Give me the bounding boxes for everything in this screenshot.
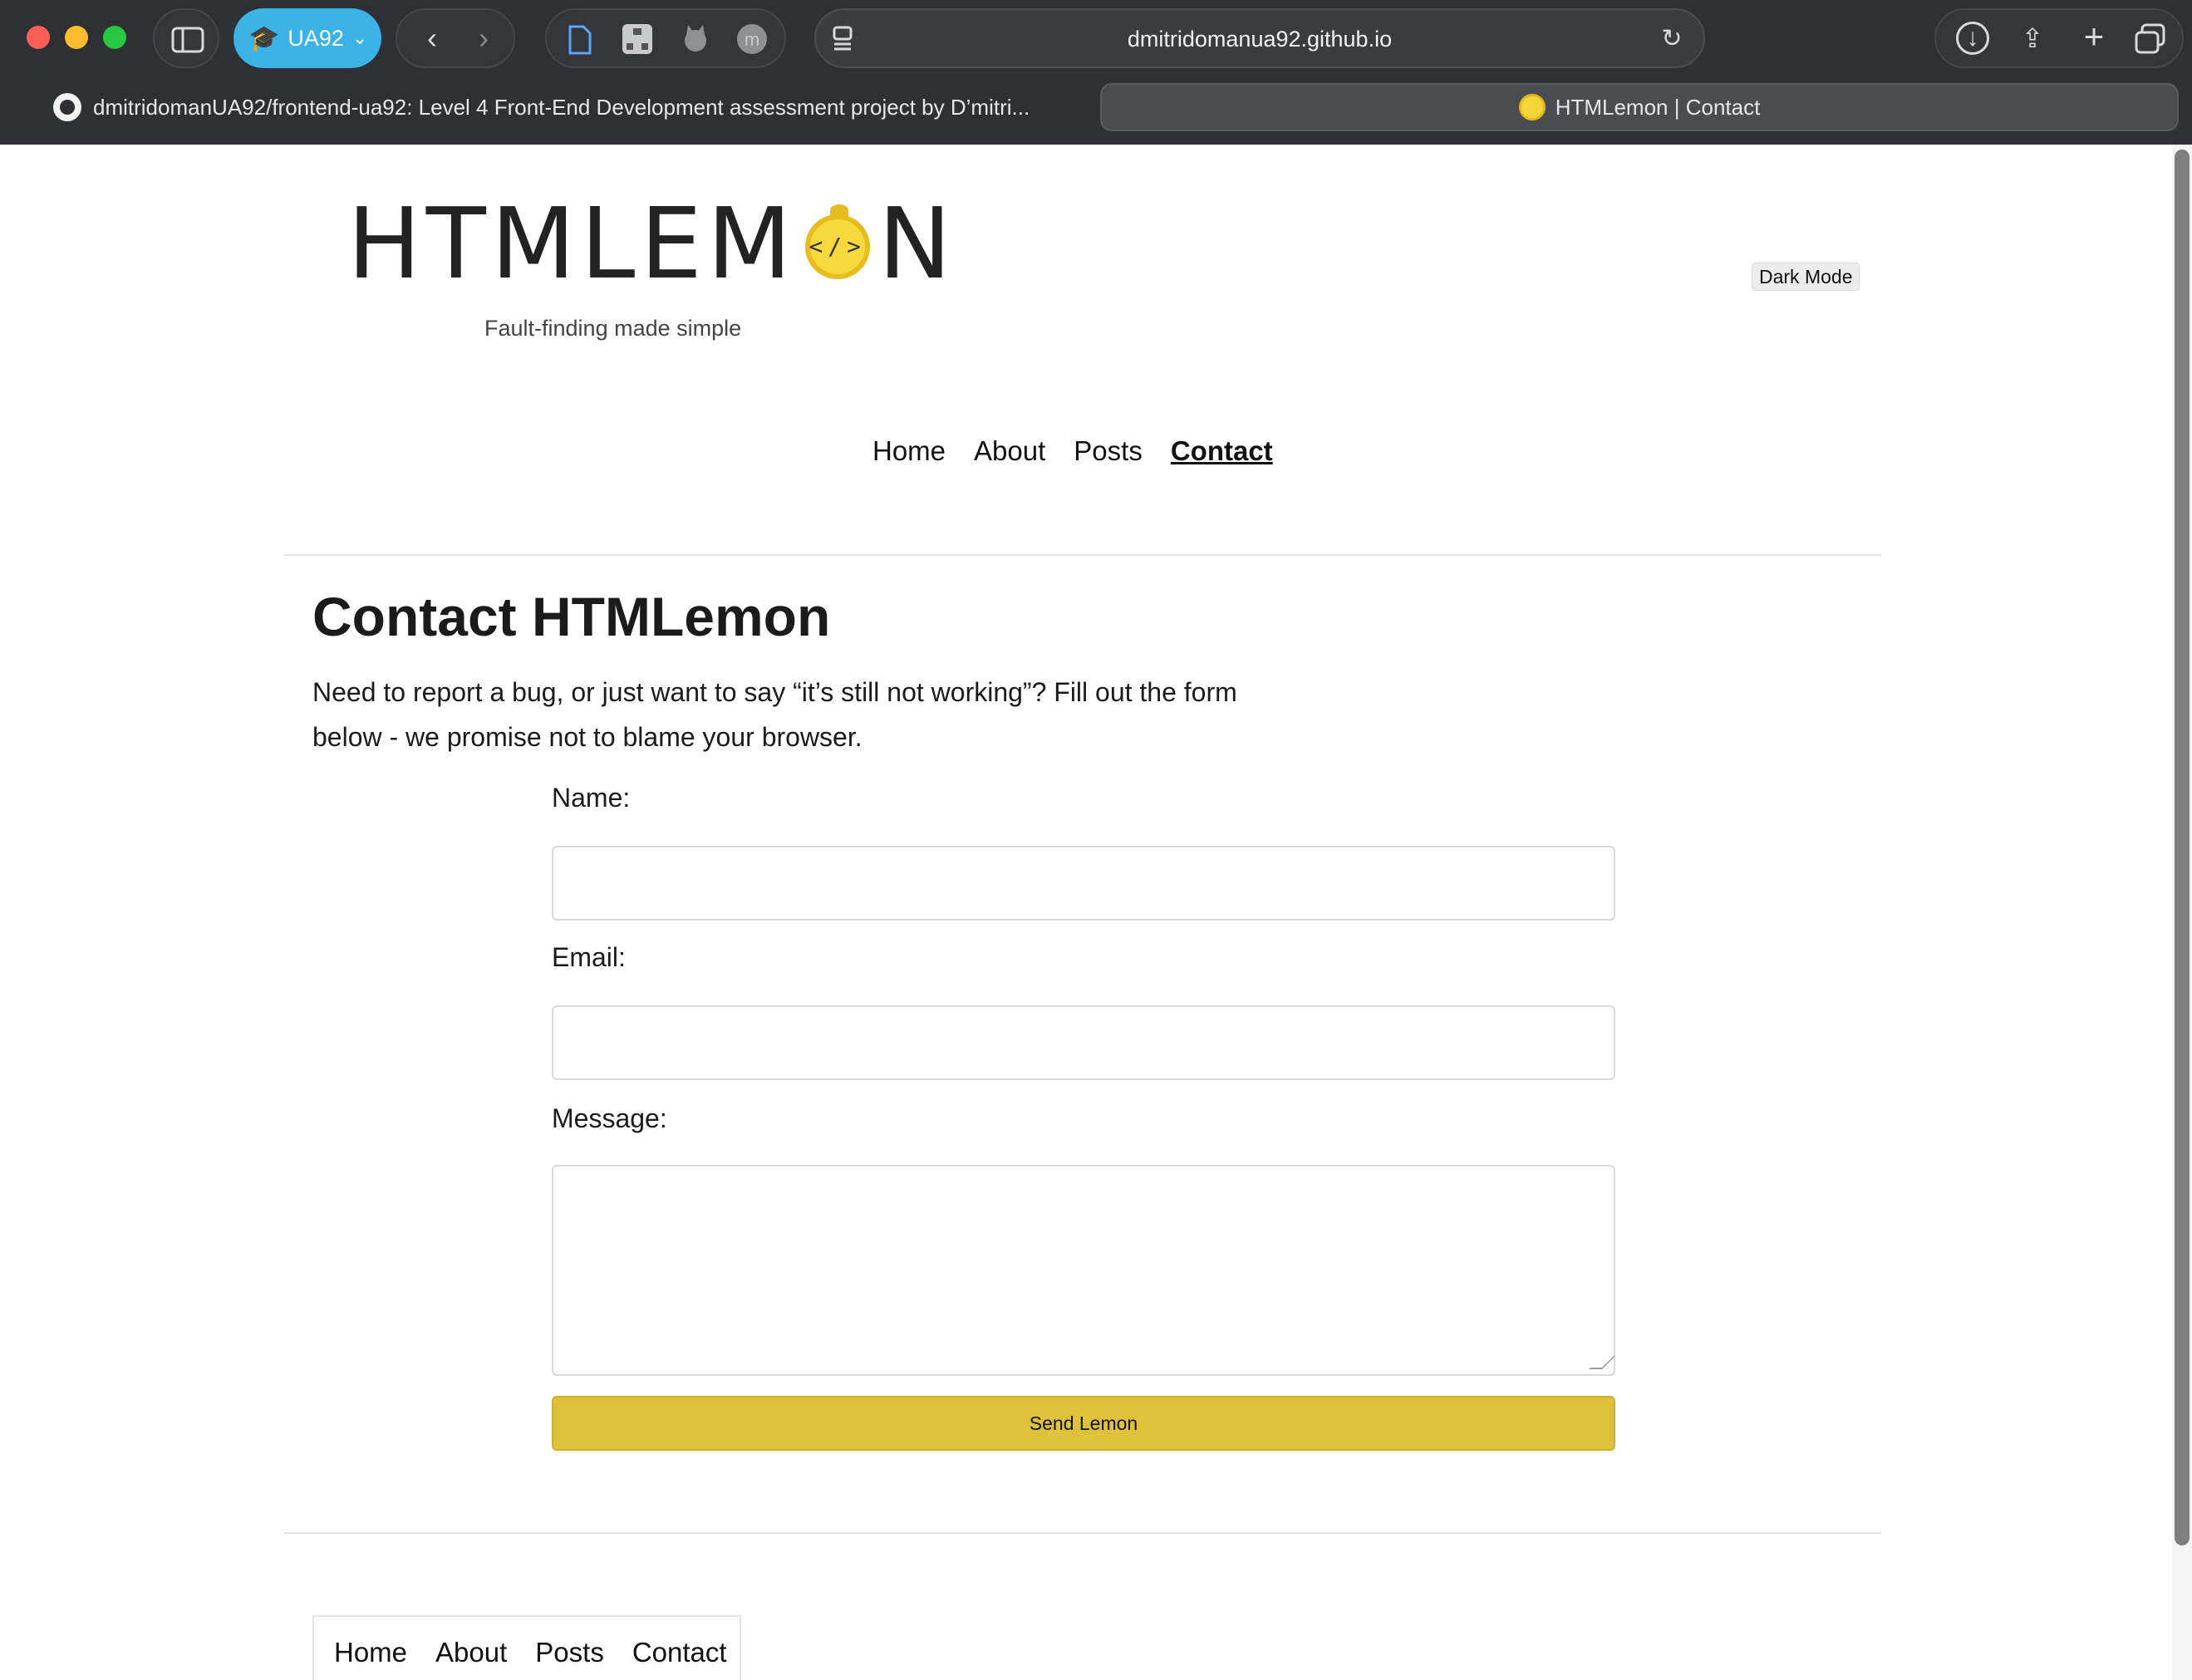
zoom-window-button[interactable] xyxy=(103,26,126,49)
logo-text-right: N xyxy=(877,186,957,301)
name-label: Name: xyxy=(552,783,631,813)
history-nav-group: ‹ › xyxy=(396,8,515,68)
header-divider xyxy=(284,554,1881,556)
message-textarea[interactable] xyxy=(552,1165,1615,1376)
footer-contact-link[interactable]: Contact xyxy=(632,1637,727,1668)
message-label: Message: xyxy=(552,1103,667,1133)
tab-label: HTMLemon | Contact xyxy=(1555,94,1761,120)
document-icon[interactable] xyxy=(567,25,593,55)
lemon-favicon-icon xyxy=(1518,94,1546,120)
forward-button[interactable]: › xyxy=(467,21,500,55)
nav-about-link[interactable]: About xyxy=(974,435,1045,467)
email-label: Email: xyxy=(552,942,626,972)
sidebar-toggle-button[interactable] xyxy=(153,8,219,68)
reload-icon[interactable]: ↻ xyxy=(1657,23,1687,53)
browser-chrome: 🎓 UA92 ⌄ ‹ › m dmitridomanua92.github.io… xyxy=(0,0,2192,145)
tab-bar: dmitridomanUA92/frontend-ua92: Level 4 F… xyxy=(0,80,2192,141)
browser-toolbar: 🎓 UA92 ⌄ ‹ › m dmitridomanua92.github.io… xyxy=(0,0,2192,76)
github-icon xyxy=(53,93,81,121)
tab-overview-icon[interactable] xyxy=(2134,23,2167,55)
footer-about-link[interactable]: About xyxy=(435,1637,507,1668)
name-input[interactable] xyxy=(552,846,1615,921)
extensions-group: m xyxy=(545,8,786,68)
footer-home-link[interactable]: Home xyxy=(334,1637,407,1668)
email-input[interactable] xyxy=(552,1005,1615,1080)
nav-contact-link[interactable]: Contact xyxy=(1171,435,1273,467)
nav-home-link[interactable]: Home xyxy=(872,435,946,467)
new-tab-icon[interactable]: + xyxy=(2076,17,2112,56)
sidebar-icon xyxy=(171,27,204,53)
footer-posts-link[interactable]: Posts xyxy=(535,1637,604,1668)
page-title: Contact HTMLemon xyxy=(312,586,831,647)
intro-text: Need to report a bug, or just want to sa… xyxy=(312,677,1237,752)
logo-text-left: HTMLEM xyxy=(347,186,797,301)
site-tagline: Fault-finding made simple xyxy=(484,316,742,341)
tab-github-repo[interactable]: dmitridomanUA92/frontend-ua92: Level 4 F… xyxy=(53,83,1084,131)
toolbar-actions: ↓ ⇪ + xyxy=(1934,8,2184,68)
back-button[interactable]: ‹ xyxy=(415,21,449,55)
main-nav: Home About Posts Contact xyxy=(872,435,1273,467)
lemon-code-icon: </> xyxy=(804,204,870,279)
tab-label: dmitridomanUA92/frontend-ua92: Level 4 F… xyxy=(93,94,1030,120)
footer-nav: Home About Posts Contact xyxy=(312,1615,741,1680)
dark-mode-button[interactable]: Dark Mode xyxy=(1752,263,1860,291)
footer-divider xyxy=(284,1532,1881,1534)
profile-label: UA92 xyxy=(288,25,344,51)
close-window-button[interactable] xyxy=(27,26,50,49)
m-extension-icon[interactable]: m xyxy=(736,23,768,55)
address-bar[interactable]: dmitridomanua92.github.io ↻ xyxy=(814,8,1705,68)
tab-htmlemon-contact[interactable]: HTMLemon | Contact xyxy=(1100,83,2179,131)
share-icon[interactable]: ⇪ xyxy=(2016,20,2049,56)
profile-switcher[interactable]: 🎓 UA92 ⌄ xyxy=(233,8,381,68)
nav-posts-link[interactable]: Posts xyxy=(1074,435,1143,467)
github-cat-icon[interactable] xyxy=(680,23,711,55)
chevron-down-icon: ⌄ xyxy=(351,27,368,48)
send-lemon-button[interactable]: Send Lemon xyxy=(552,1396,1615,1451)
downloads-icon[interactable]: ↓ xyxy=(1956,22,1989,55)
site-logo[interactable]: HTMLEM </> N xyxy=(347,186,951,311)
sitemap-icon[interactable] xyxy=(622,23,653,55)
web-page: HTMLEM </> N Fault-finding made simple D… xyxy=(0,145,2172,1680)
url-text: dmitridomanua92.github.io xyxy=(1127,27,1393,52)
scrollbar-thumb[interactable] xyxy=(2175,150,2190,1545)
svg-text:m: m xyxy=(745,29,759,50)
graduation-cap-icon: 🎓 xyxy=(248,24,280,52)
minimize-window-button[interactable] xyxy=(65,26,88,49)
